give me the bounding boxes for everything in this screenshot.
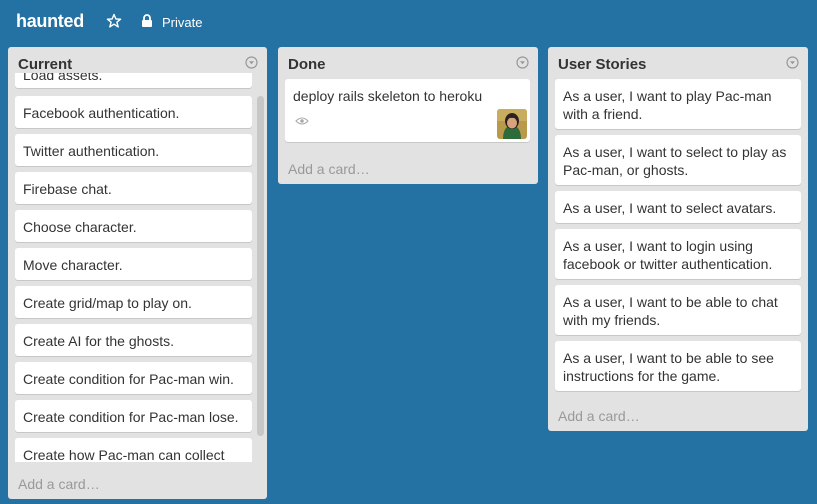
- card-title: Facebook authentication.: [23, 105, 180, 121]
- card-title: As a user, I want to be able to see inst…: [563, 350, 774, 384]
- chevron-circle-icon[interactable]: [245, 56, 258, 69]
- card-title: Create AI for the ghosts.: [23, 333, 174, 349]
- card-title: deploy rails skeleton to heroku: [293, 88, 483, 104]
- list-item[interactable]: Create grid/map to play on.: [15, 286, 252, 318]
- card-title: Load assets.: [23, 73, 103, 83]
- list-item[interactable]: Choose character.: [15, 210, 252, 242]
- card-title: Create condition for Pac-man lose.: [23, 409, 239, 425]
- add-card-link[interactable]: Add a card…: [288, 161, 370, 177]
- list-item[interactable]: Firebase chat.: [15, 172, 252, 204]
- card-title: Twitter authentication.: [23, 143, 160, 159]
- card-title: As a user, I want to select to play as P…: [563, 144, 787, 178]
- card-title: Firebase chat.: [23, 181, 112, 197]
- list-title[interactable]: User Stories: [558, 56, 646, 73]
- card-title: As a user, I want to login using faceboo…: [563, 238, 773, 272]
- list-item[interactable]: As a user, I want to be able to chat wit…: [555, 285, 801, 335]
- privacy-label[interactable]: Private: [162, 15, 202, 30]
- list-item[interactable]: Create condition for Pac-man win.: [15, 362, 252, 394]
- star-icon[interactable]: [106, 13, 122, 29]
- card-title: As a user, I want to play Pac-man with a…: [563, 88, 772, 122]
- card-list: Load assets. Facebook authentication. Tw…: [8, 73, 267, 462]
- eye-icon: [295, 112, 309, 125]
- list-item[interactable]: Create condition for Pac-man lose.: [15, 400, 252, 432]
- list-item[interactable]: As a user, I want to select avatars.: [555, 191, 801, 223]
- card-title: Choose character.: [23, 219, 137, 235]
- list-item[interactable]: Load assets.: [15, 73, 252, 88]
- chevron-circle-icon[interactable]: [786, 56, 799, 69]
- list-item[interactable]: Twitter authentication.: [15, 134, 252, 166]
- list-current: Current Load assets. Facebook authentica…: [8, 47, 267, 499]
- list-item[interactable]: Facebook authentication.: [15, 96, 252, 128]
- card-title: Create condition for Pac-man win.: [23, 371, 234, 387]
- list-done: Done deploy rails skeleton to heroku Add…: [278, 47, 538, 184]
- list-title[interactable]: Done: [288, 56, 326, 73]
- list-item[interactable]: As a user, I want to login using faceboo…: [555, 229, 801, 279]
- list-title[interactable]: Current: [18, 56, 72, 73]
- lock-icon: [141, 14, 153, 28]
- board-header: haunted Private: [0, 0, 817, 44]
- card-title: Create how Pac-man can collect: [23, 447, 225, 462]
- chevron-circle-icon[interactable]: [516, 56, 529, 69]
- add-card-link[interactable]: Add a card…: [18, 476, 100, 492]
- card-title: As a user, I want to be able to chat wit…: [563, 294, 778, 328]
- avatar[interactable]: [497, 109, 527, 139]
- card-title: Move character.: [23, 257, 123, 273]
- board-name[interactable]: haunted: [16, 11, 84, 32]
- add-card-link[interactable]: Add a card…: [558, 408, 640, 424]
- list-item[interactable]: Create how Pac-man can collect: [15, 438, 252, 462]
- list-item[interactable]: Create AI for the ghosts.: [15, 324, 252, 356]
- list-item[interactable]: deploy rails skeleton to heroku: [285, 79, 530, 142]
- scrollbar[interactable]: [257, 96, 264, 436]
- list-user-stories: User Stories As a user, I want to play P…: [548, 47, 808, 431]
- card-title: As a user, I want to select avatars.: [563, 200, 777, 216]
- list-item[interactable]: As a user, I want to select to play as P…: [555, 135, 801, 185]
- card-title: Create grid/map to play on.: [23, 295, 192, 311]
- list-item[interactable]: Move character.: [15, 248, 252, 280]
- list-item[interactable]: As a user, I want to be able to see inst…: [555, 341, 801, 391]
- list-item[interactable]: As a user, I want to play Pac-man with a…: [555, 79, 801, 129]
